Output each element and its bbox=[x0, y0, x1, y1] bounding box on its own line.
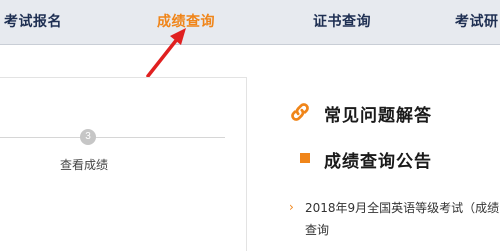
nav-item-exam-registration[interactable]: 考试报名 bbox=[4, 11, 62, 31]
chevron-right-icon: › bbox=[289, 200, 294, 214]
square-bullet-icon bbox=[300, 153, 310, 163]
step-progress-line bbox=[0, 137, 225, 138]
nav-item-certificate-query[interactable]: 证书查询 bbox=[313, 11, 371, 31]
step-label: 查看成绩 bbox=[60, 158, 109, 172]
top-navigation: 考试报名 成绩查询 证书查询 考试研 bbox=[0, 0, 500, 45]
notice-heading[interactable]: 成绩查询公告 bbox=[324, 147, 432, 172]
nav-item-exam-research[interactable]: 考试研 bbox=[455, 11, 499, 31]
column-divider bbox=[246, 77, 247, 251]
section-divider bbox=[0, 77, 247, 78]
nav-item-score-query[interactable]: 成绩查询 bbox=[157, 11, 215, 31]
notice-list-item[interactable]: 2018年9月全国英语等级考试（成绩查询 bbox=[305, 197, 500, 241]
faq-heading[interactable]: 常见问题解答 bbox=[324, 101, 432, 126]
step-number-badge: 3 bbox=[80, 129, 96, 145]
link-icon bbox=[291, 103, 309, 121]
